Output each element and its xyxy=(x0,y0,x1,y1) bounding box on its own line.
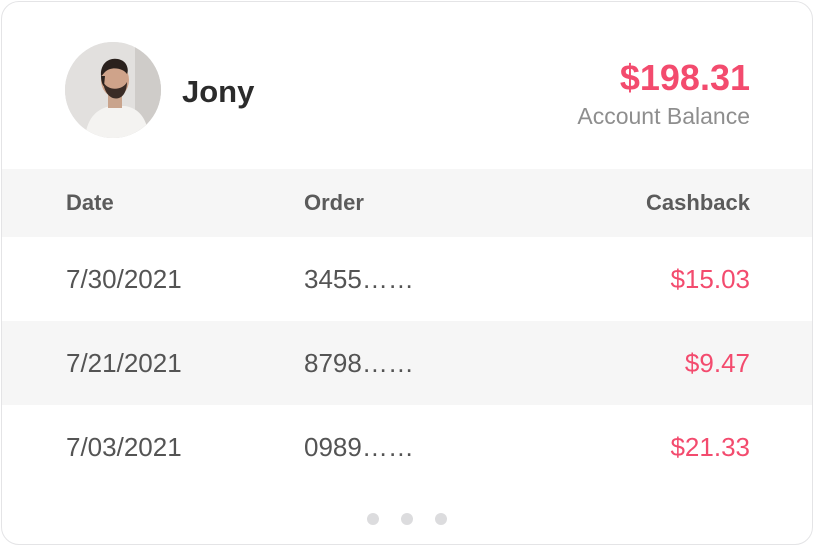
table-row[interactable]: 7/30/2021 3455…… $15.03 xyxy=(2,237,812,321)
avatar[interactable] xyxy=(65,42,161,138)
row-cashback: $21.33 xyxy=(670,431,750,462)
row-order: 3455…… xyxy=(304,263,414,294)
row-order: 8798…… xyxy=(304,347,414,378)
table-row[interactable]: 7/03/2021 0989…… $21.33 xyxy=(2,405,812,489)
card-header: Jony $198.31 Account Balance xyxy=(2,2,812,169)
column-header-order[interactable]: Order xyxy=(304,169,364,237)
row-order: 0989…… xyxy=(304,431,414,462)
table-header: Date Order Cashback xyxy=(2,169,812,237)
row-date: 7/21/2021 xyxy=(66,347,182,378)
account-balance-value: $198.31 xyxy=(619,57,750,98)
user-name: Jony xyxy=(182,74,255,109)
table-row[interactable]: 7/21/2021 8798…… $9.47 xyxy=(2,321,812,405)
account-balance-label: Account Balance xyxy=(577,103,750,129)
row-date: 7/30/2021 xyxy=(66,263,182,294)
column-header-date[interactable]: Date xyxy=(66,169,114,237)
pagination-dot[interactable] xyxy=(401,513,413,525)
row-cashback: $15.03 xyxy=(670,263,750,294)
pagination-dot[interactable] xyxy=(367,513,379,525)
cashback-card: Jony $198.31 Account Balance Date Order … xyxy=(1,1,813,545)
row-cashback: $9.47 xyxy=(684,347,750,378)
row-date: 7/03/2021 xyxy=(66,431,182,462)
column-header-cashback[interactable]: Cashback xyxy=(646,169,750,237)
profile-photo-icon xyxy=(65,42,161,138)
pagination-dots xyxy=(2,513,812,525)
pagination-dot[interactable] xyxy=(435,513,447,525)
